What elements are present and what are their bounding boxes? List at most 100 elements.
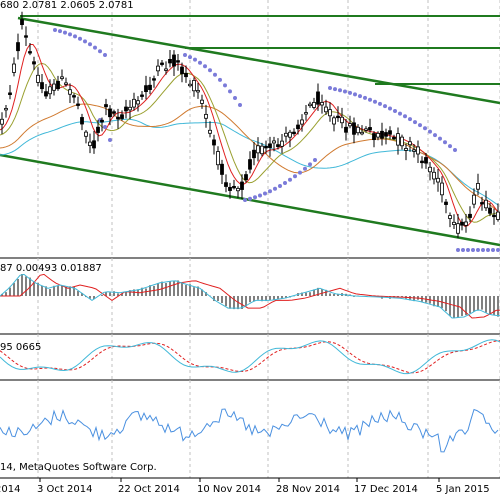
sar-dot [103,53,107,57]
time-axis-label: 28 Nov 2014 [276,484,340,495]
sar-dot [73,34,77,39]
candle-body [324,106,328,113]
candle-body [240,181,244,190]
sar-dot [93,45,97,50]
candle-body [116,116,120,120]
candle-body [236,188,240,192]
candle-body [400,136,404,147]
candle-body [456,223,460,234]
sar-dot [283,181,287,185]
candle-body [20,19,24,25]
candle-body [168,58,172,64]
candle-body [68,89,72,95]
sar-dot [183,53,187,57]
sar-dot [188,55,192,60]
candle-body [340,116,344,124]
candle-body [28,51,32,54]
candle-body [152,78,156,81]
candle-body [4,108,8,111]
sar-dot [98,49,102,54]
candle-body [300,119,304,125]
candle-body [208,129,212,134]
sar-dot [433,133,437,138]
sar-dot [423,126,427,131]
sar-dot [438,136,442,141]
sar-dot [456,248,460,252]
sar-dot [413,120,417,125]
sar-dot [218,77,222,82]
candle-body [256,145,260,154]
candle-body [432,171,436,180]
candle-body [124,106,128,112]
sar-dot [418,123,422,128]
candle-body [100,119,104,123]
trading-chart[interactable]: 680 2.0781 2.0605 2.0781 87 0.00493 0.01… [0,0,500,500]
macd-info-label: 87 0.00493 0.01887 [0,263,102,274]
candle-body [24,35,28,38]
candle-body [32,61,36,65]
candle-body [8,92,12,95]
sar-dot [328,86,332,90]
candle-body [16,42,20,52]
candle-body [176,60,180,63]
sar-dot [333,87,337,92]
sar-dot [428,129,432,134]
candle-body [52,83,56,91]
candle-body [404,148,408,151]
sar-dot [363,95,367,100]
candle-body [216,151,220,166]
sar-dot [278,184,282,188]
sar-dot [388,106,392,111]
candle-body [368,127,372,131]
candle-body [316,91,320,105]
sar-dot [408,117,412,122]
time-axis-label: 2014 [0,484,20,495]
candle-body [156,65,160,72]
sar-dot [268,189,272,194]
candle-body [376,132,380,138]
candle-body [408,141,412,146]
candle-body [484,199,488,209]
candle-body [224,182,228,187]
candle-body [296,124,300,130]
candle-body [72,95,76,98]
sar-dot [368,97,372,102]
candle-body [188,83,192,87]
candle-body [44,91,48,97]
candle-body [252,149,256,159]
candle-body [84,131,88,137]
sar-dot [448,144,452,149]
sar-dot [476,248,480,252]
sar-dot [203,64,207,69]
sar-dot [243,198,247,202]
candle-body [460,221,464,226]
candle-body [128,106,132,111]
candle-body [260,145,264,155]
sar-dot [193,57,197,62]
candle-body [360,131,364,135]
sar-dot [491,248,495,252]
candle-body [160,62,164,65]
candle-body [292,131,296,135]
candle-body [308,103,312,107]
candle-body [56,80,60,90]
candle-body [276,144,280,147]
candle-body [248,159,252,170]
candle-body [112,111,116,114]
candle-body [144,85,148,93]
sar-dot [303,166,307,171]
candle-body [428,166,432,173]
sar-dot [223,83,227,88]
sar-dot [213,72,217,77]
candle-body [12,63,16,73]
candle-body [448,215,452,219]
time-axis-label: 5 Jan 2015 [436,484,490,495]
sar-dot [273,186,277,191]
candle-body [132,98,136,108]
candle-body [472,194,476,205]
candle-body [196,90,200,93]
candle-body [212,139,216,146]
candle-body [396,133,400,146]
candle-body [164,68,168,71]
candle-body [200,99,204,104]
